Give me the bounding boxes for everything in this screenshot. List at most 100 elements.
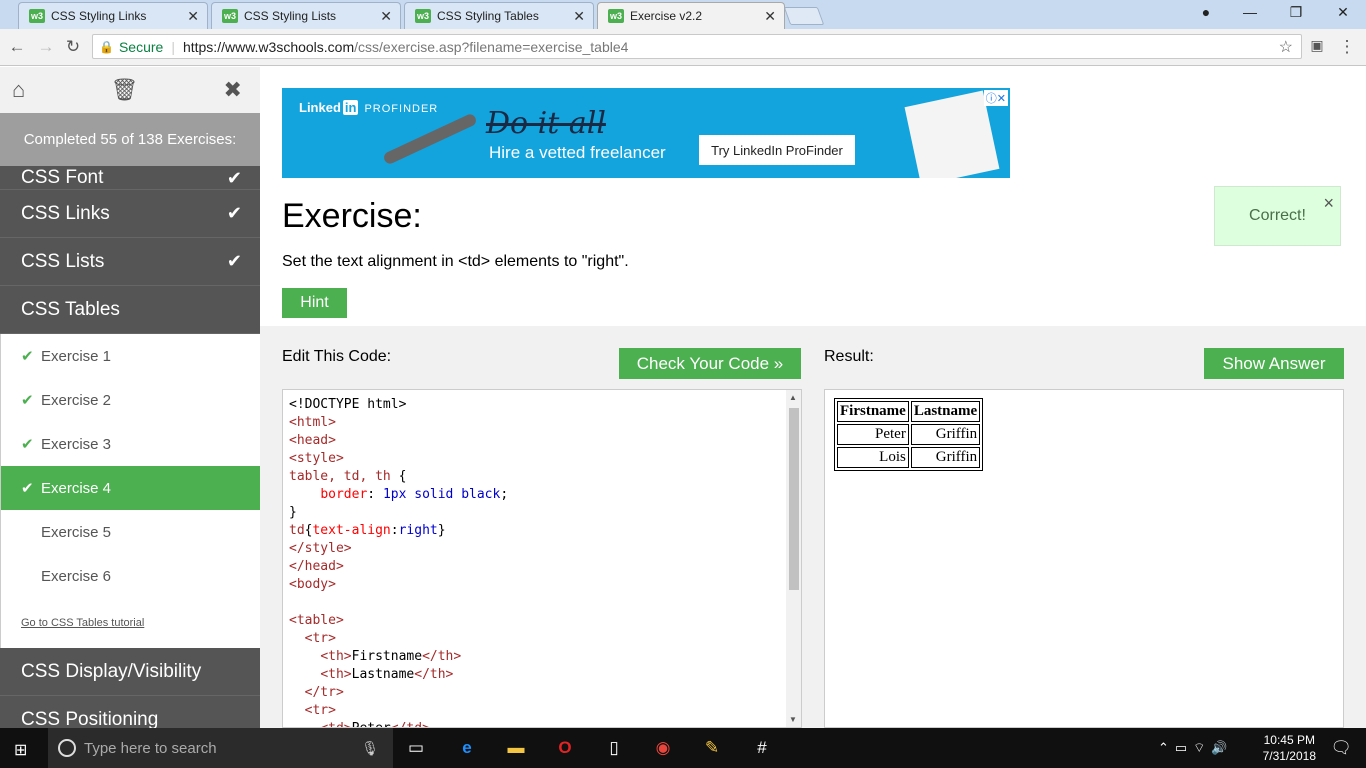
hint-button[interactable]: Hint: [282, 288, 347, 318]
file-explorer-icon[interactable]: ▬: [504, 736, 528, 760]
exercise-item-6[interactable]: Exercise 6: [1, 554, 260, 598]
cortana-icon: [58, 739, 76, 757]
exercise-sidebar: ⌂ 🗑 ✖ Completed 55 of 138 Exercises: CSS…: [0, 67, 260, 728]
slack-icon[interactable]: #: [750, 736, 774, 760]
code-editor[interactable]: <!DOCTYPE html> <html> <head> <style> ta…: [282, 389, 802, 728]
close-tab-icon[interactable]: ✕: [764, 8, 776, 25]
result-label: Result:: [824, 348, 874, 365]
exercise-item-4[interactable]: ✔ Exercise 4: [1, 466, 260, 510]
advertisement-banner[interactable]: Linked in PROFINDER Do it all Hire a vette…: [282, 88, 1010, 178]
address-bar[interactable]: 🔒 Secure | https://www.w3schools.com /cs…: [92, 34, 1302, 59]
close-tab-icon[interactable]: ✕: [187, 8, 199, 25]
home-icon[interactable]: ⌂: [12, 77, 25, 103]
exercise-item-1[interactable]: ✔ Exercise 1: [1, 334, 260, 378]
category-label: CSS Positioning: [21, 708, 159, 729]
sidebar-item-css-lists[interactable]: CSS Lists ✔: [0, 238, 260, 286]
windows-taskbar: ⊞ Type here to search 🎙 ▭ e ▬ O ▯ ◉ ✎ # …: [0, 728, 1366, 768]
tab-label: CSS Styling Links: [51, 9, 147, 23]
chrome-icon[interactable]: ◉: [651, 736, 675, 760]
exercise-item-5[interactable]: Exercise 5: [1, 510, 260, 554]
pen-image: [382, 112, 478, 166]
category-label: CSS Lists: [21, 250, 105, 272]
close-icon[interactable]: ×: [1323, 193, 1334, 214]
sidebar-item-css-positioning[interactable]: CSS Positioning: [0, 696, 260, 728]
exercise-item-3[interactable]: ✔ Exercise 3: [1, 422, 260, 466]
close-tab-icon[interactable]: ✕: [573, 8, 585, 25]
exercise-item-2[interactable]: ✔ Exercise 2: [1, 378, 260, 422]
ad-cta-button[interactable]: Try LinkedIn ProFinder: [699, 135, 855, 165]
divider: |: [171, 38, 175, 55]
extension-icon[interactable]: ▣: [1306, 37, 1328, 54]
new-tab-button[interactable]: [783, 7, 825, 25]
table-cell: Lois: [837, 447, 909, 468]
secure-label: Secure: [118, 38, 164, 55]
exercise-label: Exercise 3: [41, 435, 112, 453]
adchoices-icon[interactable]: ⓘ✕: [983, 90, 1008, 106]
back-icon[interactable]: ←: [6, 37, 28, 57]
exercise-label: Exercise 4: [41, 479, 112, 497]
menu-icon[interactable]: ⋮: [1336, 37, 1358, 57]
check-icon: ✔: [226, 168, 242, 188]
tab-css-styling-lists[interactable]: w3 CSS Styling Lists ✕: [211, 2, 401, 29]
exercise-description: Set the text alignment in <td> elements …: [282, 253, 629, 270]
table-header: Lastname: [910, 401, 981, 422]
table-cell: Griffin: [910, 424, 981, 445]
task-view-icon[interactable]: ▭: [404, 736, 428, 760]
tab-label: CSS Styling Tables: [437, 9, 539, 23]
table-row: Lois Griffin: [837, 447, 981, 468]
microphone-icon[interactable]: 🎙: [361, 740, 379, 757]
check-icon: ✔: [21, 436, 34, 453]
show-answer-button[interactable]: Show Answer: [1204, 348, 1344, 379]
tutorial-link[interactable]: Go to CSS Tables tutorial: [1, 598, 260, 648]
tools-icon[interactable]: ✎: [700, 736, 724, 760]
correct-label: Correct!: [1249, 207, 1306, 224]
scrollbar-thumb[interactable]: [789, 408, 799, 590]
exercise-label: Exercise 5: [41, 523, 112, 541]
profile-icon[interactable]: ●: [1194, 4, 1218, 20]
code-text[interactable]: <!DOCTYPE html> <html> <head> <style> ta…: [289, 396, 508, 727]
forward-icon[interactable]: →: [35, 37, 57, 57]
tab-css-styling-links[interactable]: w3 CSS Styling Links ✕: [18, 2, 208, 29]
clock[interactable]: 10:45 PM 7/31/2018: [1263, 732, 1316, 764]
editor-label: Edit This Code:: [282, 348, 392, 365]
system-tray-icons[interactable]: ⌃▭⌔🔊: [1158, 740, 1234, 756]
check-code-button[interactable]: Check Your Code »: [619, 348, 801, 379]
sidebar-item-css-font[interactable]: CSS Font ✔: [0, 166, 260, 190]
sidebar-item-css-links[interactable]: CSS Links ✔: [0, 190, 260, 238]
table-header: Firstname: [837, 401, 909, 422]
w3schools-favicon-icon: w3: [415, 9, 431, 23]
minimize-icon[interactable]: —: [1238, 4, 1262, 20]
notepad-icon[interactable]: ▯: [602, 736, 626, 760]
bookmark-star-icon[interactable]: ☆: [1279, 37, 1293, 57]
windows-start-icon[interactable]: ⊞: [14, 740, 27, 760]
table-cell: Griffin: [910, 447, 981, 468]
tab-exercise[interactable]: w3 Exercise v2.2 ✕: [597, 2, 785, 29]
close-icon[interactable]: ✖: [224, 77, 242, 103]
maximize-icon[interactable]: ❐: [1284, 4, 1308, 21]
browser-toolbar: ← → ↻ 🔒 Secure | https://www.w3schools.c…: [0, 29, 1366, 66]
close-window-icon[interactable]: ✕: [1331, 4, 1355, 21]
close-tab-icon[interactable]: ✕: [380, 8, 392, 25]
scroll-down-icon[interactable]: ▼: [789, 715, 797, 724]
w3schools-favicon-icon: w3: [222, 9, 238, 23]
sidebar-item-css-tables[interactable]: CSS Tables: [0, 286, 260, 334]
opera-icon[interactable]: O: [553, 736, 577, 760]
tab-label: CSS Styling Lists: [244, 9, 337, 23]
editor-scrollbar[interactable]: ▲ ▼: [786, 390, 801, 727]
sidebar-item-css-display-visibility[interactable]: CSS Display/Visibility: [0, 648, 260, 696]
sidebar-toolbar: ⌂ 🗑 ✖: [0, 67, 260, 113]
table-row: Peter Griffin: [837, 424, 981, 445]
reload-icon[interactable]: ↻: [62, 37, 84, 57]
category-label: CSS Font: [21, 167, 104, 188]
taskbar-search[interactable]: Type here to search 🎙: [48, 728, 393, 768]
ad-headline: Do it all: [486, 106, 606, 141]
trash-icon[interactable]: 🗑: [110, 77, 138, 103]
notification-icon[interactable]: 🗨: [1330, 738, 1352, 758]
category-label: CSS Display/Visibility: [21, 660, 202, 682]
edge-icon[interactable]: e: [455, 736, 479, 760]
category-label: CSS Tables: [21, 298, 120, 320]
page-title: Exercise:: [282, 197, 422, 235]
scroll-up-icon[interactable]: ▲: [789, 393, 797, 402]
tab-css-styling-tables[interactable]: w3 CSS Styling Tables ✕: [404, 2, 594, 29]
exercise-label: Exercise 2: [41, 391, 112, 409]
